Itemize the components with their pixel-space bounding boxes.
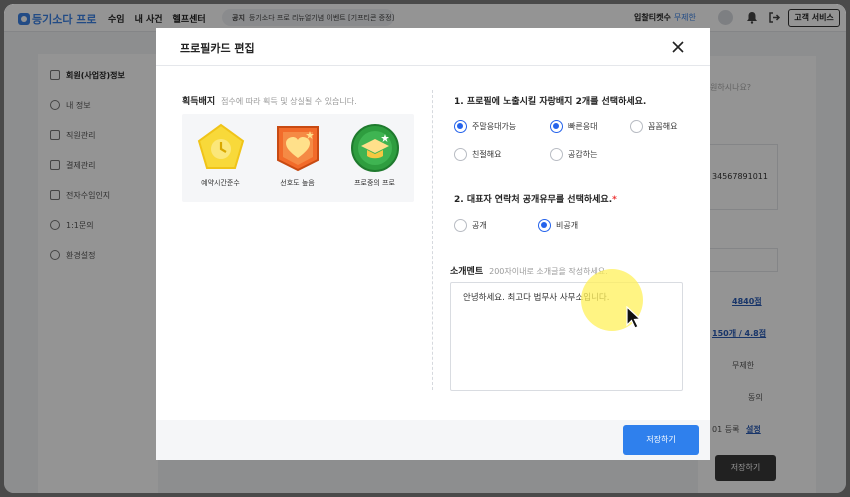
intro-subtitle: 200자이내로 소개글을 작성하세요. xyxy=(489,267,608,276)
intro-textarea[interactable]: 안녕하세요. 최고다 법무사 사무소입니다. xyxy=(450,282,683,391)
badges-panel: 예약시간준수 선호도 높음 프로중의 프로 xyxy=(182,114,414,202)
question-1-title: 1. 프로필에 노출시킬 자랑배지 2개를 선택하세요. xyxy=(454,97,647,107)
intro-title: 소개멘트 200자이내로 소개글을 작성하세요. xyxy=(450,264,608,277)
required-mark: * xyxy=(612,195,617,205)
option-label: 친절해요 xyxy=(472,150,502,159)
radio-unselected[interactable] xyxy=(454,219,467,232)
badge-option-fast[interactable]: 빠른응대 xyxy=(550,120,597,133)
contact-option-public[interactable]: 공개 xyxy=(454,219,487,232)
option-label: 빠른응대 xyxy=(568,122,598,131)
badge-option-thorough[interactable]: 꼼꼼해요 xyxy=(630,120,677,133)
modal-title: 프로필카드 편집 xyxy=(180,42,255,55)
badges-title-text: 획득배지 xyxy=(182,97,216,107)
badges-title: 획득배지 점수에 따라 획득 및 상실될 수 있습니다. xyxy=(182,94,357,107)
badge-label: 선호도 높음 xyxy=(280,179,315,187)
radio-unselected[interactable] xyxy=(550,148,563,161)
clock-badge-icon xyxy=(197,123,244,169)
badges-subtitle: 점수에 따라 획득 및 상실될 수 있습니다. xyxy=(221,97,357,106)
radio-unselected[interactable] xyxy=(454,148,467,161)
graduation-badge-icon xyxy=(350,124,399,172)
question-2-text: 2. 대표자 연락처 공개유무를 선택하세요. xyxy=(454,195,613,205)
badge-option-empathy[interactable]: 공감하는 xyxy=(550,148,597,161)
option-label: 공개 xyxy=(472,221,487,230)
option-label: 공감하는 xyxy=(568,150,598,159)
question-2-title: 2. 대표자 연락처 공개유무를 선택하세요.* xyxy=(454,192,617,205)
badge-item: 프로중의 프로 xyxy=(336,114,413,202)
close-icon[interactable] xyxy=(670,39,686,55)
radio-unselected[interactable] xyxy=(630,120,643,133)
radio-selected[interactable] xyxy=(550,120,563,133)
radio-selected[interactable] xyxy=(538,219,551,232)
intro-title-text: 소개멘트 xyxy=(450,267,484,277)
badge-item: 예약시간준수 xyxy=(182,114,259,202)
option-label: 꼼꼼해요 xyxy=(648,122,678,131)
badge-option-kind[interactable]: 친절해요 xyxy=(454,148,501,161)
option-label: 비공개 xyxy=(556,221,579,230)
badge-item: 선호도 높음 xyxy=(259,114,336,202)
heart-badge-icon xyxy=(276,126,319,172)
profile-card-modal: 프로필카드 편집 획득배지 점수에 따라 획득 및 상실될 수 있습니다. 예약시… xyxy=(156,28,710,460)
badges-section-header: 획득배지 점수에 따라 획득 및 상실될 수 있습니다. xyxy=(182,94,357,107)
badge-label: 프로중의 프로 xyxy=(354,179,395,187)
section-divider xyxy=(432,90,433,390)
app-frame: 등기소다 프로 수임 내 사건 헬프센터 공지 등기소다 프로 리뉴얼기념 이벤트… xyxy=(4,4,846,493)
option-label: 주말응대가능 xyxy=(472,122,517,131)
save-button[interactable]: 저장하기 xyxy=(623,425,699,455)
radio-selected[interactable] xyxy=(454,120,467,133)
modal-header: 프로필카드 편집 xyxy=(156,28,710,66)
cursor-icon xyxy=(626,306,642,329)
contact-option-private[interactable]: 비공개 xyxy=(538,219,578,232)
badge-option-weekend[interactable]: 주말응대가능 xyxy=(454,120,516,133)
badge-label: 예약시간준수 xyxy=(201,179,240,187)
